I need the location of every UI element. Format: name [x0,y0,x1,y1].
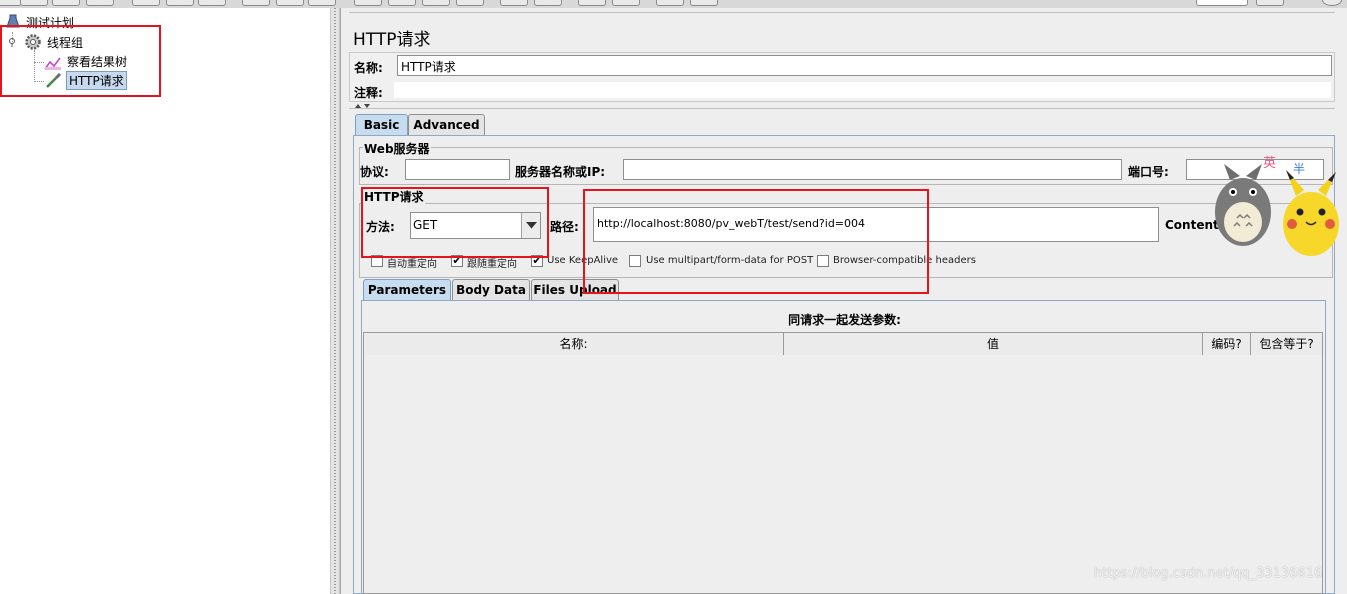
column-header-include-equals[interactable]: 包含等于? [1251,333,1322,355]
tab-body-data[interactable]: Body Data [452,279,530,301]
toolbar-button[interactable] [354,0,382,6]
highlight-box-path [583,189,929,294]
toolbar-button[interactable] [422,0,450,6]
toolbar-button[interactable] [656,0,684,6]
toolbar-button[interactable] [52,0,80,6]
params-table: 名称: 值 编码? 包含等于? [363,332,1323,594]
params-table-header: 名称: 值 编码? 包含等于? [364,333,1322,355]
comment-label: 注释: [354,86,383,100]
badge-char-2: 半 [1293,162,1306,176]
toolbar-button[interactable] [500,0,528,6]
toolbar-button[interactable] [0,0,22,6]
toolbar-button[interactable] [166,0,194,6]
toolbar-button[interactable] [20,0,48,6]
highlight-box-tree [0,25,161,97]
toolbar-button[interactable] [388,0,416,6]
pikachu-mascot-icon [1283,170,1339,256]
highlight-box-method [361,187,549,258]
toolbar-button[interactable] [276,0,304,6]
toolbar-button[interactable] [132,0,160,6]
server-name-input[interactable] [623,159,1122,180]
toolbar-button[interactable] [242,0,270,6]
toolbar-button[interactable] [578,0,606,6]
toolbar-button[interactable] [1256,0,1284,6]
toolbar-button[interactable] [690,0,718,6]
mascot-overlay: 英 半 [1210,150,1347,265]
column-header-encode[interactable]: 编码? [1203,333,1251,355]
separator [349,12,1335,13]
test-plan-tree: 测试计划 线程组 察看结果树 HTTP请求 [0,8,330,594]
page-title: HTTP请求 [353,30,431,50]
http-request-panel: HTTP请求 名称: HTTP请求 注释: Basic Advanced Web… [340,8,1347,594]
path-label: 路径: [550,220,579,234]
badge-char-1: 英 [1263,156,1277,171]
column-header-name[interactable]: 名称: [364,333,784,355]
tab-advanced[interactable]: Advanced [408,114,485,136]
comment-input[interactable] [393,81,1332,99]
port-label: 端口号: [1128,165,1169,179]
toolbar-button[interactable] [456,0,484,6]
protocol-input[interactable] [405,159,510,180]
totoro-mascot-icon [1215,164,1271,246]
separator [349,108,1335,109]
toolbar-button[interactable] [198,0,226,6]
toolbar-button[interactable] [308,0,336,6]
tab-basic[interactable]: Basic [355,114,408,136]
web-server-group-title: Web服务器 [363,140,431,157]
toolbar [0,0,1347,8]
toolbar-counter [1196,0,1248,6]
toolbar-button[interactable] [612,0,640,6]
column-header-value[interactable]: 值 [784,333,1203,355]
tab-parameters[interactable]: Parameters [363,279,451,301]
protocol-label: 协议: [360,165,389,179]
watermark: https://blog.csdn.net/qq_33136616 [1094,566,1323,581]
name-input[interactable]: HTTP请求 [397,55,1332,76]
name-label: 名称: [354,61,383,75]
split-pane-divider[interactable] [330,8,340,594]
server-name-label: 服务器名称或IP: [515,165,606,179]
toolbar-button[interactable] [534,0,562,6]
toolbar-button[interactable] [86,0,114,6]
params-caption: 同请求一起发送参数: [788,313,901,327]
help-icon[interactable] [1322,0,1342,6]
